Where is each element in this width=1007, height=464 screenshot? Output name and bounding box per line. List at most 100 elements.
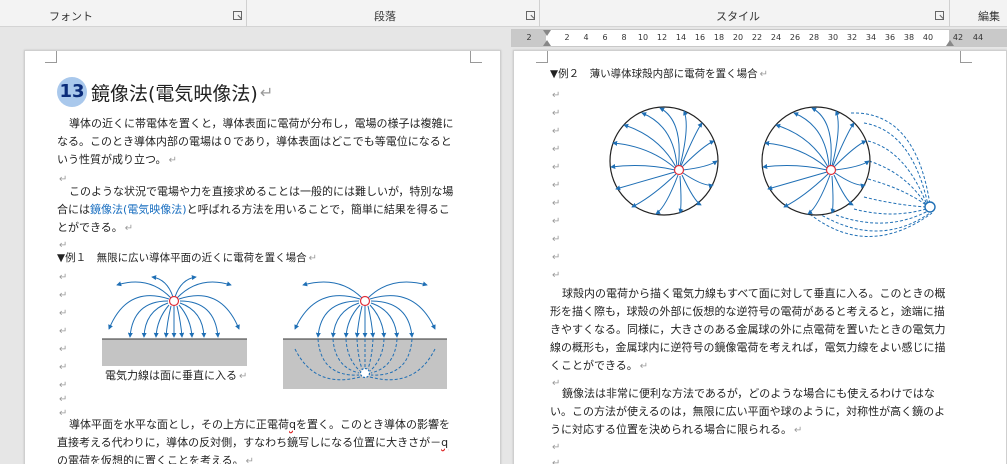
crop-mark: [960, 51, 972, 63]
paragraph-mark: ↵: [59, 240, 68, 251]
body-line[interactable]: 形を描く際も，球殻の外部に仮想的な逆符号の電荷があると考えると，途端に描: [550, 305, 945, 319]
paragraph-mark: ↵: [59, 380, 68, 391]
paragraph-mark: ↵: [59, 308, 68, 319]
figure-caption[interactable]: 電気力線は面に垂直に入る ↵: [105, 369, 247, 384]
body-line[interactable]: 直接考える代わりに，導体の反対側，すなわち鏡写しになる位置に大きさが－q: [57, 436, 448, 450]
ruler-tick: 16: [694, 33, 706, 42]
ruler-tick: 18: [713, 33, 725, 42]
ruler-tick: 22: [751, 33, 763, 42]
ruler-tick: 2: [564, 33, 570, 42]
paragraph-mark: ↵: [552, 162, 561, 173]
left-indent-marker[interactable]: [543, 40, 551, 46]
paragraph-mark: ↵: [552, 108, 561, 119]
paragraph-mark: ↵: [552, 270, 561, 281]
ruler-tick: 32: [846, 33, 858, 42]
dialog-launcher-icon[interactable]: [233, 11, 242, 20]
section-heading[interactable]: 13 鏡像法(電気映像法) ↵: [57, 77, 273, 107]
paragraph-mark: ↵: [59, 326, 68, 337]
body-line[interactable]: くことができる。 ↵: [550, 359, 648, 374]
ruler-tick: 38: [903, 33, 915, 42]
ruler-tick: 30: [827, 33, 839, 42]
example-heading[interactable]: ▼例２ 薄い導体球殻内部に電荷を置く場合 ↵: [550, 67, 768, 82]
paragraph-mark: ↵: [59, 174, 68, 185]
crop-mark: [536, 51, 548, 63]
ribbon-group-strip: フォント 段落 スタイル 編集: [0, 0, 1007, 27]
ruler-tick: 36: [884, 33, 896, 42]
image-charge: [359, 367, 371, 379]
ruler-tick: 6: [602, 33, 608, 42]
paragraph-mark: ↵: [59, 344, 68, 355]
paragraph-mark: ↵: [552, 442, 561, 453]
ruler-tick: 28: [808, 33, 820, 42]
ribbon-group-label: フォント: [49, 10, 93, 23]
body-line[interactable]: 合には鏡像法(電気映像法)と呼ばれる方法を用いることで，簡単に結果を得るこ: [57, 203, 450, 217]
paragraph-mark: ↵: [552, 216, 561, 227]
conductor-plane: [102, 339, 247, 366]
body-line[interactable]: とができる。 ↵: [57, 221, 133, 236]
body-line[interactable]: の電荷を仮想的に置くことを考える。 ↵: [57, 454, 254, 464]
ruler-tick: 40: [922, 33, 934, 42]
paragraph-mark: ↵: [552, 198, 561, 209]
body-line[interactable]: このような状況で電場や力を直接求めることは一般的には難しいが，特別な場: [69, 185, 453, 199]
sphere-image-charge-figure: [761, 106, 936, 237]
ribbon-group-label: スタイル: [716, 10, 760, 23]
dialog-launcher-icon[interactable]: [935, 11, 944, 20]
document-page-left[interactable]: 13 鏡像法(電気映像法) ↵ 導体の近くに帯電体を置くと，導体表面に電荷が分布…: [24, 50, 501, 464]
dialog-launcher-icon[interactable]: [526, 11, 535, 20]
image-charge: [924, 201, 936, 213]
body-line[interactable]: きやすくなる。同様に，大きさのある金属球の外に点電荷を置いたときの電気力: [550, 323, 945, 337]
body-line[interactable]: なる。このとき導体内部の電場は０であり，導体表面はどこでも等電位になると: [57, 135, 452, 149]
body-line[interactable]: 鏡像法は非常に便利な方法であるが，どのような場合にも使えるわけではな: [562, 387, 935, 401]
highlighted-term: 鏡像法(電気映像法): [90, 203, 187, 216]
plane-conductor-field-figure: [102, 275, 247, 366]
paragraph-mark: ↵: [552, 378, 561, 389]
paragraph-mark: ↵: [59, 362, 68, 373]
paragraph-mark: ↵: [59, 394, 68, 405]
sphere-inner-charge-figure: [609, 106, 719, 216]
body-line[interactable]: 導体平面を水平な面とし，その上方に正電荷qを置く。このとき導体の影響を: [69, 418, 450, 432]
body-line[interactable]: いう性質が成り立つ。 ↵: [57, 153, 177, 168]
right-indent-marker[interactable]: [946, 40, 954, 46]
point-charge: [825, 164, 837, 176]
ruler-tick: 12: [656, 33, 668, 42]
body-line[interactable]: い。この方法が使えるのは，無限に広い平面や球のように，対称性が高く鏡のよ: [550, 405, 945, 419]
paragraph-mark: ↵: [59, 408, 68, 419]
point-charge: [673, 164, 685, 176]
ruler-tick: 26: [789, 33, 801, 42]
paragraph-mark: ↵: [552, 90, 561, 101]
ribbon-group-label: 段落: [374, 10, 396, 23]
body-line[interactable]: 導体の近くに帯電体を置くと，導体表面に電荷が分布し，電場の様子は複雑に: [69, 117, 454, 131]
ruler-tick: 44: [972, 33, 984, 42]
ruler-tick: 2: [526, 33, 532, 42]
ruler-tick: 24: [770, 33, 782, 42]
field-lines: [108, 275, 240, 338]
paragraph-mark: ↵: [59, 290, 68, 301]
crop-mark: [45, 51, 57, 63]
ribbon-group-styles: スタイル: [540, 0, 950, 27]
body-line[interactable]: 線の概形も，金属球内に逆符号の鏡像電荷を考えれば，電気力線をよい感じに描: [550, 341, 946, 355]
paragraph-mark: ↵: [552, 234, 561, 245]
image-charge-field-figure: [283, 281, 447, 389]
ruler-tick: 10: [637, 33, 649, 42]
ruler-tick: 34: [865, 33, 877, 42]
field-lines-real: [294, 281, 436, 338]
crop-mark: [470, 51, 482, 63]
body-line[interactable]: うに対応する位置を決められる場合に限られる。 ↵: [550, 423, 802, 438]
paragraph-mark: ↵: [552, 252, 561, 263]
horizontal-ruler[interactable]: 2 2 4 6 8 10 12 14 16 18 20 22 24 26 28 …: [511, 29, 1007, 47]
paragraph-mark: ↵: [552, 458, 561, 464]
document-page-right[interactable]: ▼例２ 薄い導体球殻内部に電荷を置く場合 ↵ ↵ ↵ ↵ ↵ ↵ ↵ ↵ ↵ ↵ …: [513, 50, 1007, 464]
heading-number-badge: 13: [57, 77, 87, 107]
point-charge: [168, 295, 180, 307]
paragraph-mark: ↵: [259, 82, 274, 102]
example-heading[interactable]: ▼例１ 無限に広い導体平面の近くに電荷を置く場合 ↵: [57, 251, 317, 266]
ruler-tick: 4: [583, 33, 589, 42]
ribbon-group-paragraph: 段落: [247, 0, 540, 27]
body-line[interactable]: 球殻内の電荷から描く電気力線もすべて面に対して垂直に入る。このときの概: [562, 287, 945, 301]
paragraph-mark: ↵: [59, 272, 68, 283]
ruler-tick: 8: [621, 33, 627, 42]
first-line-indent-marker[interactable]: [543, 30, 551, 36]
paragraph-mark: ↵: [552, 180, 561, 191]
point-charge: [359, 295, 371, 307]
ruler-tick: 20: [732, 33, 744, 42]
